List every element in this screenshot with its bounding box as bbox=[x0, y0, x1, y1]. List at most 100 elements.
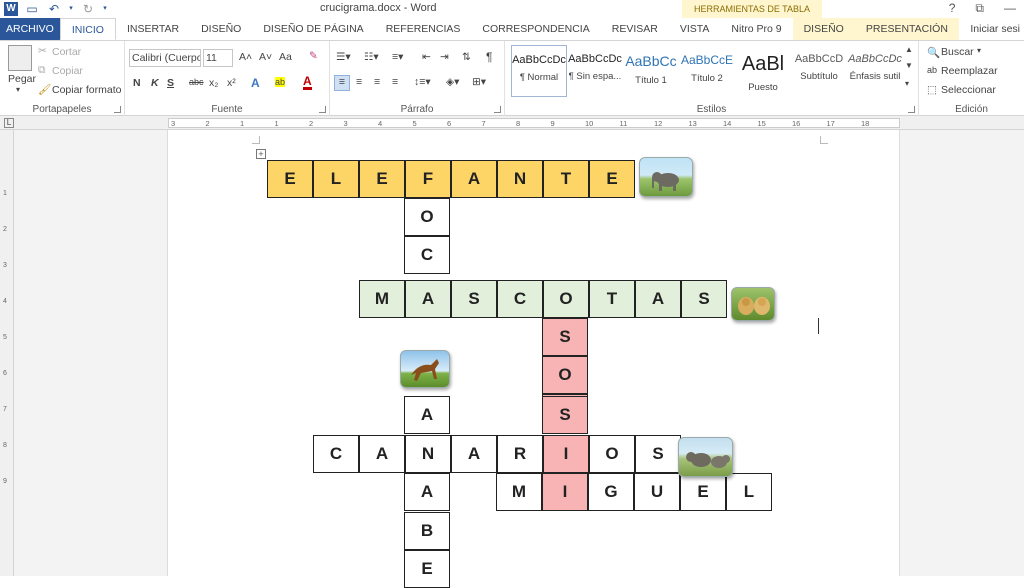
crossword-cell[interactable]: O bbox=[404, 198, 450, 236]
tab-table-layout[interactable]: PRESENTACIÓN bbox=[854, 18, 959, 40]
crossword-cell[interactable]: G bbox=[588, 473, 634, 511]
shrink-font-button[interactable]: A˅ bbox=[259, 51, 272, 63]
elephant-image[interactable] bbox=[639, 157, 693, 197]
redo-icon[interactable]: ↻ bbox=[80, 1, 96, 17]
crossword-cell[interactable]: A bbox=[404, 473, 450, 511]
align-left-icon[interactable]: ≡ bbox=[334, 75, 350, 91]
grow-font-button[interactable]: A˄ bbox=[239, 51, 252, 63]
crossword-cell[interactable]: F bbox=[405, 160, 451, 198]
clear-format-button[interactable]: ✎ bbox=[309, 50, 318, 62]
tab-design[interactable]: DISEÑO bbox=[190, 18, 252, 40]
font-size-select[interactable]: 11 bbox=[203, 49, 233, 67]
crossword-cell[interactable]: C bbox=[404, 236, 450, 274]
crossword-cell[interactable]: E bbox=[589, 160, 635, 198]
undo-icon[interactable]: ↶ bbox=[46, 1, 62, 17]
copy-button[interactable]: Copiar bbox=[52, 65, 83, 77]
save-icon[interactable]: ▭ bbox=[24, 1, 40, 17]
change-case-button[interactable]: Aa bbox=[279, 51, 292, 63]
sign-in-link[interactable]: Iniciar sesi bbox=[959, 18, 1024, 40]
tab-page-layout[interactable]: DISEÑO DE PÁGINA bbox=[252, 18, 374, 40]
shading-icon[interactable]: ◈▾ bbox=[446, 76, 459, 88]
crossword-cell[interactable]: R bbox=[497, 435, 543, 473]
styles-more-icon[interactable]: ▾ bbox=[905, 79, 909, 88]
tab-file[interactable]: ARCHIVO bbox=[0, 18, 60, 40]
paste-dropdown-icon[interactable]: ▾ bbox=[16, 85, 20, 94]
crossword-cell[interactable]: O bbox=[542, 356, 588, 394]
bold-button[interactable]: N bbox=[133, 77, 141, 89]
find-dropdown-icon[interactable]: ▾ bbox=[977, 46, 981, 55]
style-item[interactable]: AaBl Puesto bbox=[735, 45, 791, 97]
crossword-cell[interactable]: E bbox=[680, 473, 726, 511]
dogs-image[interactable] bbox=[731, 287, 775, 321]
ribbon-display-icon[interactable]: ⧉ bbox=[975, 1, 984, 16]
crossword-cell[interactable]: S bbox=[635, 435, 681, 473]
style-item[interactable]: AaBbCcDc Énfasis sutil bbox=[847, 45, 903, 97]
crossword-cell[interactable]: A bbox=[451, 435, 497, 473]
crossword-cell[interactable]: S bbox=[451, 280, 497, 318]
align-center-icon[interactable]: ≡ bbox=[356, 76, 362, 88]
bullets-icon[interactable]: ☰▾ bbox=[336, 51, 351, 63]
sort-icon[interactable]: ⇅ bbox=[462, 51, 471, 63]
horse-image[interactable] bbox=[400, 350, 450, 388]
crossword-cell[interactable]: B bbox=[404, 512, 450, 550]
find-button[interactable]: Buscar bbox=[941, 46, 974, 58]
tab-view[interactable]: VISTA bbox=[669, 18, 721, 40]
multilevel-icon[interactable]: ≡▾ bbox=[392, 51, 403, 63]
style-item[interactable]: AaBbCcE Título 2 bbox=[679, 45, 735, 97]
italic-button[interactable]: K bbox=[151, 77, 159, 89]
align-right-icon[interactable]: ≡ bbox=[374, 76, 380, 88]
paste-button[interactable]: Pegar bbox=[8, 73, 36, 85]
tab-selector-icon[interactable]: L bbox=[4, 118, 14, 128]
crossword-cell[interactable]: O bbox=[543, 280, 589, 318]
styles-launcher-icon[interactable] bbox=[908, 106, 915, 113]
word-app-icon[interactable]: W bbox=[4, 2, 18, 16]
crossword-cell[interactable]: O bbox=[589, 435, 635, 473]
tab-references[interactable]: REFERENCIAS bbox=[375, 18, 472, 40]
crossword-cell[interactable]: T bbox=[543, 160, 589, 198]
styles-scroll-up-icon[interactable]: ▲ bbox=[905, 45, 913, 54]
clipboard-launcher-icon[interactable] bbox=[114, 106, 121, 113]
crossword-cell[interactable]: C bbox=[313, 435, 359, 473]
help-icon[interactable]: ? bbox=[949, 1, 956, 16]
crossword-cell[interactable]: I bbox=[543, 435, 589, 473]
table-move-handle[interactable]: + bbox=[256, 149, 266, 159]
style-item[interactable]: AaBbCcD Subtítulo bbox=[791, 45, 847, 97]
tab-review[interactable]: REVISAR bbox=[601, 18, 669, 40]
vertical-ruler[interactable]: 1 2 3 4 5 6 7 8 9 bbox=[0, 130, 14, 576]
highlight-button[interactable]: ab bbox=[275, 77, 286, 87]
crossword-cell[interactable]: L bbox=[313, 160, 359, 198]
crossword-cell[interactable]: N bbox=[497, 160, 543, 198]
tab-insert[interactable]: INSERTAR bbox=[116, 18, 190, 40]
crossword-cell[interactable]: S bbox=[542, 318, 588, 356]
superscript-button[interactable]: x² bbox=[227, 77, 236, 89]
crossword-cell[interactable]: T bbox=[589, 280, 635, 318]
style-item[interactable]: AaBbCcDc ¶ Sin espa... bbox=[567, 45, 623, 97]
text-effects-button[interactable]: A bbox=[251, 76, 260, 90]
crossword-cell[interactable]: A bbox=[404, 396, 450, 434]
subscript-button[interactable]: x₂ bbox=[209, 77, 218, 89]
tab-nitro[interactable]: Nitro Pro 9 bbox=[720, 18, 792, 40]
show-marks-button[interactable]: ¶ bbox=[486, 50, 492, 64]
increase-indent-icon[interactable]: ⇥ bbox=[440, 51, 449, 63]
tab-table-design[interactable]: DISEÑO bbox=[792, 18, 855, 40]
crossword-cell[interactable]: S bbox=[681, 280, 727, 318]
crossword-cell[interactable]: M bbox=[496, 473, 542, 511]
style-item[interactable]: AaBbCc Título 1 bbox=[623, 45, 679, 97]
crossword-cell[interactable]: L bbox=[726, 473, 772, 511]
crossword-cell[interactable]: E bbox=[267, 160, 313, 198]
strikethrough-button[interactable]: abc bbox=[189, 77, 204, 87]
tab-mailings[interactable]: CORRESPONDENCIA bbox=[471, 18, 600, 40]
customize-qat-icon[interactable]: ▾ bbox=[102, 1, 108, 17]
paragraph-launcher-icon[interactable] bbox=[494, 106, 501, 113]
style-item[interactable]: AaBbCcDc ¶ Normal bbox=[511, 45, 567, 97]
replace-button[interactable]: Reemplazar bbox=[941, 65, 998, 77]
numbering-icon[interactable]: ☷▾ bbox=[364, 51, 379, 63]
crossword-cell[interactable]: A bbox=[359, 435, 405, 473]
crossword-cell[interactable]: A bbox=[635, 280, 681, 318]
font-color-button[interactable]: A bbox=[303, 75, 312, 90]
crossword-cell[interactable]: S bbox=[542, 396, 588, 434]
crossword-cell[interactable]: I bbox=[542, 473, 588, 511]
cut-button[interactable]: Cortar bbox=[52, 46, 81, 58]
elephants-image[interactable] bbox=[678, 437, 733, 477]
crossword-cell[interactable]: A bbox=[405, 280, 451, 318]
